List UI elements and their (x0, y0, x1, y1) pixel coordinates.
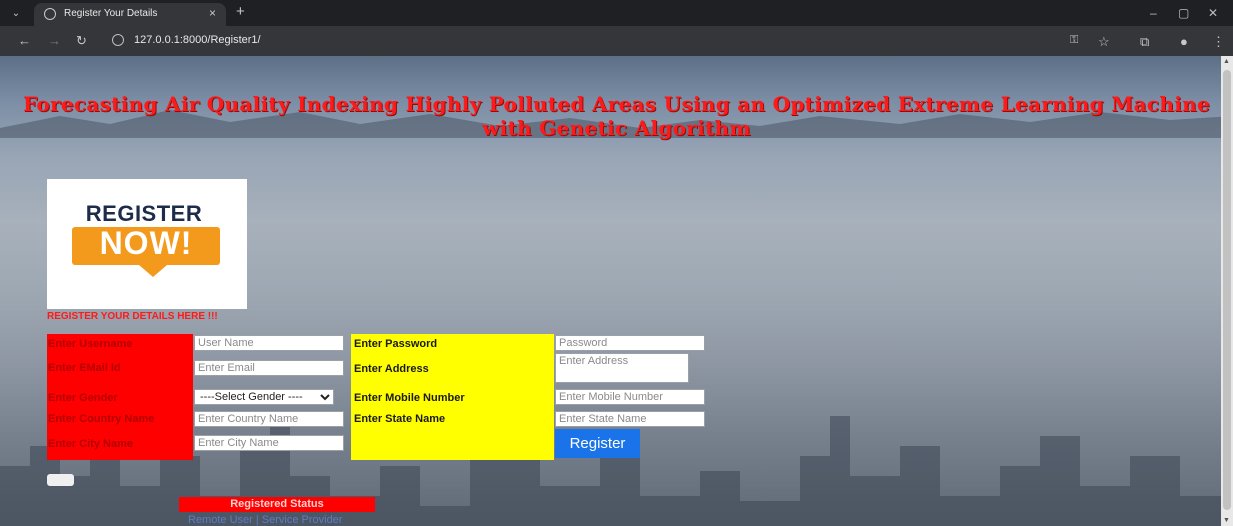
username-label: Enter Username (48, 338, 133, 350)
window-close-icon[interactable]: ✕ (1208, 6, 1218, 20)
restore-icon[interactable]: ▢ (1178, 6, 1189, 20)
page-scrollbar[interactable]: ▲ ▼ (1221, 56, 1233, 526)
scrollbar-thumb[interactable] (1223, 70, 1231, 510)
new-tab-icon[interactable]: + (236, 3, 245, 20)
logo-arrow-icon (139, 265, 167, 277)
scroll-up-icon[interactable]: ▲ (1223, 58, 1230, 65)
status-links[interactable]: Remote User | Service Provider (188, 514, 342, 526)
logo-register-text: REGISTER (85, 201, 203, 226)
email-label: Enter EMail Id (48, 362, 121, 374)
address-text[interactable]: 127.0.0.1:8000/Register1/ (134, 34, 261, 46)
profile-icon[interactable]: ● (1180, 34, 1188, 49)
email-input[interactable] (194, 360, 344, 376)
address-label: Enter Address (354, 363, 429, 375)
browser-tab-strip: ⌄ Register Your Details × + – ▢ ✕ (0, 0, 1233, 26)
small-button[interactable] (47, 474, 74, 486)
password-key-icon[interactable]: ⚿ (1070, 34, 1078, 47)
logo-now-text: NOW! (99, 225, 193, 261)
password-input[interactable] (555, 335, 705, 351)
register-button[interactable]: Register (555, 429, 640, 458)
scroll-down-icon[interactable]: ▼ (1223, 517, 1230, 524)
username-input[interactable] (194, 335, 344, 351)
reload-icon[interactable]: ↻ (76, 33, 87, 49)
bookmark-star-icon[interactable]: ☆ (1098, 34, 1110, 50)
extensions-icon[interactable]: ⧉ (1140, 34, 1149, 50)
tab-title: Register Your Details (64, 8, 158, 19)
gender-label: Enter Gender (48, 392, 118, 404)
menu-dots-icon[interactable]: ⋮ (1212, 34, 1225, 50)
globe-icon (44, 8, 56, 20)
state-input[interactable] (555, 411, 705, 427)
browser-tab[interactable]: Register Your Details × (34, 3, 226, 26)
mobile-label: Enter Mobile Number (354, 392, 465, 404)
city-input[interactable] (194, 435, 344, 451)
register-subtitle: REGISTER YOUR DETAILS HERE !!! (47, 311, 218, 322)
back-arrow-icon[interactable]: ← (18, 33, 31, 48)
mobile-input[interactable] (555, 389, 705, 405)
site-info-icon[interactable] (112, 34, 124, 46)
register-now-logo: REGISTER NOW! (47, 179, 247, 309)
password-label: Enter Password (354, 338, 438, 350)
forward-arrow-icon[interactable]: → (48, 33, 61, 48)
tab-search-icon[interactable]: ⌄ (8, 6, 24, 22)
browser-toolbar: ← → ↻ 127.0.0.1:8000/Register1/ ⚿ ☆ ⧉ ● … (0, 26, 1233, 56)
gender-select[interactable]: ----Select Gender ---- (194, 389, 334, 405)
address-textarea[interactable] (555, 353, 689, 383)
country-input[interactable] (194, 411, 344, 427)
country-label: Enter Country Name (48, 413, 155, 425)
registered-status-label: Registered Status (179, 497, 375, 512)
address-bar[interactable]: 127.0.0.1:8000/Register1/ (100, 30, 1120, 52)
city-label: Enter City Name (48, 438, 133, 450)
minimize-icon[interactable]: – (1150, 6, 1157, 20)
page-title: Forecasting Air Quality Indexing Highly … (22, 92, 1211, 140)
state-label: Enter State Name (354, 413, 446, 425)
page-viewport: Forecasting Air Quality Indexing Highly … (0, 56, 1233, 526)
close-tab-icon[interactable]: × (209, 6, 216, 20)
